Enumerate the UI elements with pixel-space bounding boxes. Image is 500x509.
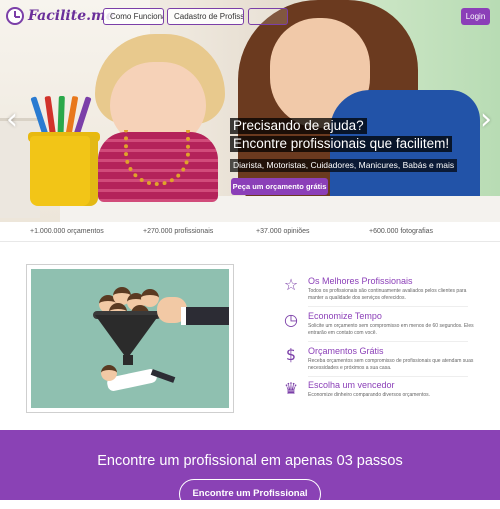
- feature-divider: [308, 306, 468, 307]
- feature-divider: [308, 376, 468, 377]
- stats-bar: +1.000.000 orçamentos +270.000 profissio…: [0, 222, 500, 242]
- stat-reviews: +37.000 opiniões: [256, 228, 310, 235]
- feature-title: Economize Tempo: [308, 311, 382, 321]
- sleeve: [181, 307, 229, 325]
- logo-text: Facilite.me: [28, 8, 115, 24]
- feature-desc: Todos os profissionais são continuamente…: [308, 288, 467, 301]
- nav-professional-signup[interactable]: Cadastro de Profissional: [167, 8, 244, 25]
- selected-person-head: [101, 365, 117, 381]
- feature-desc: Receba orçamentos sem compromisso de pro…: [308, 358, 474, 371]
- feature-title: Escolha um vencedor: [308, 380, 395, 390]
- hero-headline-1: Precisando de ajuda?: [230, 118, 367, 134]
- steps-title: Encontre um profissional em apenas 03 pa…: [97, 453, 403, 469]
- funnel-illustration: [26, 264, 234, 413]
- pencil-cup: [30, 136, 98, 206]
- hero-subtitle: Diarista, Motoristas, Cuidadores, Manicu…: [230, 159, 458, 172]
- funnel-neck: [123, 355, 133, 365]
- stat-quotes: +1.000.000 orçamentos: [30, 228, 104, 235]
- trophy-icon: ♛: [283, 379, 299, 398]
- feature-desc: Solicite um orçamento sem compromisso em…: [308, 323, 474, 336]
- feature-desc: Economize dinheiro comparando diversos o…: [308, 392, 431, 398]
- feature-title: Orçamentos Grátis: [308, 346, 384, 356]
- hero-headline-2: Encontre profissionais que facilitem!: [230, 136, 453, 152]
- stat-professionals: +270.000 profissionais: [143, 228, 214, 235]
- login-button[interactable]: Login: [461, 8, 490, 25]
- clock-logo-icon: [6, 7, 24, 25]
- stat-photos: +600.000 fotografias: [369, 228, 434, 235]
- feature-divider: [308, 341, 468, 342]
- star-icon: ☆: [283, 275, 299, 294]
- find-professional-button[interactable]: Encontre um Profissional: [179, 479, 321, 509]
- quote-request-button[interactable]: Peça um orçamento grátis: [231, 178, 328, 195]
- clock-icon: ◷: [284, 310, 298, 329]
- nav-how-it-works[interactable]: Como Funciona?: [103, 8, 164, 25]
- nav-blank-button[interactable]: [248, 8, 288, 25]
- carousel-next-icon[interactable]: ›: [480, 105, 492, 135]
- funnel: [95, 315, 159, 359]
- logo[interactable]: Facilite.me: [6, 6, 115, 26]
- person-head: [141, 289, 159, 307]
- dollar-icon: $: [285, 345, 297, 364]
- funnel-illustration-art: [31, 269, 229, 408]
- carousel-prev-icon[interactable]: ‹: [6, 105, 18, 135]
- feature-title: Os Melhores Profissionais: [308, 276, 413, 286]
